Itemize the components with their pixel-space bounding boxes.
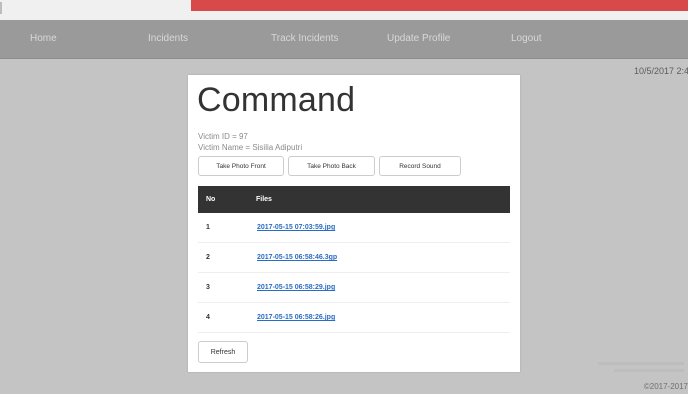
row-number: 3 <box>206 284 210 291</box>
header-files: Files <box>256 196 272 203</box>
row-number: 1 <box>206 224 210 231</box>
nav-track-incidents[interactable]: Track Incidents <box>271 20 338 58</box>
files-table: No Files 1 2017-05-15 07:03:59.jpg 2 201… <box>198 186 510 333</box>
footer-copyright: ©2017-2017 <box>643 382 688 391</box>
file-link[interactable]: 2017-05-15 06:58:46.3gp <box>257 243 337 272</box>
page-title: Command <box>197 81 356 119</box>
nav-home[interactable]: Home <box>30 20 57 58</box>
footer-faint-line <box>614 369 684 372</box>
take-photo-back-button[interactable]: Take Photo Back <box>288 156 375 176</box>
row-number: 4 <box>206 314 210 321</box>
navbar: Home Incidents Track Incidents Update Pr… <box>0 20 688 59</box>
table-row: 3 2017-05-15 06:58:29.jpg <box>198 273 510 303</box>
victim-id: Victim ID = 97 <box>198 132 248 141</box>
table-row: 2 2017-05-15 06:58:46.3gp <box>198 243 510 273</box>
row-number: 2 <box>206 254 210 261</box>
nav-incidents[interactable]: Incidents <box>148 20 188 58</box>
table-header: No Files <box>198 186 510 213</box>
top-strip <box>0 0 688 20</box>
record-sound-button[interactable]: Record Sound <box>379 156 461 176</box>
nav-update-profile[interactable]: Update Profile <box>387 20 450 58</box>
command-panel: Command Victim ID = 97 Victim Name = Sis… <box>188 75 520 372</box>
file-link[interactable]: 2017-05-15 07:03:59.jpg <box>257 213 335 242</box>
table-row: 4 2017-05-15 06:58:26.jpg <box>198 303 510 333</box>
file-link[interactable]: 2017-05-15 06:58:29.jpg <box>257 273 335 302</box>
table-row: 1 2017-05-15 07:03:59.jpg <box>198 213 510 243</box>
file-link[interactable]: 2017-05-15 06:58:26.jpg <box>257 303 335 332</box>
accent-bar <box>191 0 688 11</box>
top-left-tick <box>0 2 2 14</box>
header-no: No <box>206 196 216 203</box>
refresh-button[interactable]: Refresh <box>198 341 248 363</box>
datetime-label: 10/5/2017 2:41 <box>633 66 688 76</box>
nav-logout[interactable]: Logout <box>511 20 542 58</box>
victim-name: Victim Name = Sisilia Adiputri <box>198 143 303 152</box>
footer-faint-line <box>598 362 684 365</box>
take-photo-front-button[interactable]: Take Photo Front <box>198 156 284 176</box>
